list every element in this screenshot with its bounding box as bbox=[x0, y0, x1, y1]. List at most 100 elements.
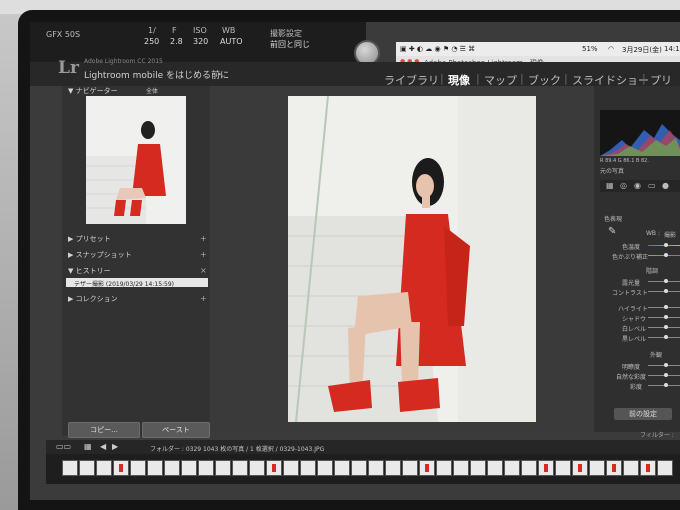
clear-history-icon[interactable]: × bbox=[200, 266, 207, 275]
next-arrow-icon[interactable]: ▶ bbox=[112, 442, 118, 451]
contrast-slider-knob[interactable] bbox=[664, 289, 668, 293]
vibrance-slider-knob[interactable] bbox=[664, 373, 668, 377]
shutter-value[interactable]: 250 bbox=[144, 37, 159, 46]
filmstrip-toolbar bbox=[46, 440, 680, 454]
iso-value[interactable]: 320 bbox=[193, 37, 208, 46]
filmstrip-thumbnail[interactable] bbox=[623, 460, 639, 476]
original-photo-label: 元の写真 bbox=[600, 168, 625, 175]
filmstrip-thumbnail[interactable] bbox=[181, 460, 197, 476]
filmstrip-thumbnail[interactable] bbox=[79, 460, 95, 476]
filmstrip-thumbnail[interactable] bbox=[232, 460, 248, 476]
shadows-label: シャドウ bbox=[622, 316, 647, 323]
wb-value[interactable]: 撮影 bbox=[664, 230, 676, 239]
filmstrip-thumbnail[interactable] bbox=[300, 460, 316, 476]
graduated-filter-icon[interactable]: ▭ bbox=[648, 181, 656, 190]
photo-subject bbox=[288, 96, 536, 422]
grid-view-icon[interactable]: ▦ bbox=[84, 442, 92, 451]
snapshots-header[interactable]: ▶ スナップショット bbox=[68, 250, 132, 260]
filmstrip-thumbnail[interactable] bbox=[96, 460, 112, 476]
filmstrip-thumbnail[interactable] bbox=[521, 460, 537, 476]
filmstrip-thumbnail[interactable] bbox=[572, 460, 588, 476]
blacks-slider-knob[interactable] bbox=[664, 335, 668, 339]
filmstrip-thumbnail[interactable] bbox=[453, 460, 469, 476]
filmstrip-thumbnail[interactable] bbox=[555, 460, 571, 476]
filmstrip-thumbnail[interactable] bbox=[657, 460, 673, 476]
module-separator: | bbox=[476, 72, 480, 85]
basic-section-label[interactable]: 色表現 bbox=[604, 214, 622, 223]
product-name: Adobe Lightroom CC 2015 bbox=[84, 58, 163, 65]
filmstrip-thumbnail[interactable] bbox=[283, 460, 299, 476]
menubar-date: 3月29日(金) bbox=[622, 46, 662, 54]
paste-button[interactable]: ペースト bbox=[142, 422, 210, 438]
filmstrip-thumbnail[interactable] bbox=[368, 460, 384, 476]
filmstrip-thumbnail[interactable] bbox=[164, 460, 180, 476]
filmstrip-thumbnail[interactable] bbox=[504, 460, 520, 476]
filmstrip-thumbnail[interactable] bbox=[470, 460, 486, 476]
aperture-value[interactable]: 2.8 bbox=[170, 37, 183, 46]
filmstrip-thumbnail[interactable] bbox=[402, 460, 418, 476]
redeye-icon[interactable]: ◉ bbox=[634, 181, 641, 190]
filmstrip-thumbnail[interactable] bbox=[419, 460, 435, 476]
history-item[interactable]: テザー撮影 (2019/03/29 14:15:59) bbox=[66, 278, 208, 288]
prev-arrow-icon[interactable]: ◀ bbox=[100, 442, 106, 451]
collections-label: コレクション bbox=[75, 295, 118, 303]
filmstrip-info[interactable]: フォルダー : 0329 1043 枚の写真 / 1 枚選択 / 0329-10… bbox=[150, 444, 324, 453]
filmstrip-thumbnail[interactable] bbox=[589, 460, 605, 476]
filmstrip-thumbnail[interactable] bbox=[249, 460, 265, 476]
whites-slider-knob[interactable] bbox=[664, 325, 668, 329]
filmstrip-thumbnail[interactable] bbox=[266, 460, 282, 476]
filmstrip-thumbnail[interactable] bbox=[385, 460, 401, 476]
setting-label: 撮影設定 bbox=[270, 29, 302, 38]
clarity-slider-knob[interactable] bbox=[664, 363, 668, 367]
navigator-photo bbox=[86, 96, 186, 224]
filmstrip-thumbnail[interactable] bbox=[317, 460, 333, 476]
setting-value[interactable]: 前回と同じ bbox=[270, 39, 310, 50]
exposure-slider-knob[interactable] bbox=[664, 279, 668, 283]
shadows-slider-knob[interactable] bbox=[664, 315, 668, 319]
eyedropper-icon[interactable]: ✎ bbox=[608, 226, 616, 237]
develop-photo[interactable] bbox=[288, 96, 536, 422]
second-window-icon[interactable]: ▭▭ bbox=[56, 442, 71, 451]
filmstrip-thumbnail[interactable] bbox=[113, 460, 129, 476]
saturation-slider-knob[interactable] bbox=[664, 383, 668, 387]
filmstrip-thumbnail[interactable] bbox=[130, 460, 146, 476]
navigator-zoom[interactable]: 全体 bbox=[146, 86, 158, 95]
copy-button[interactable]: コピー... bbox=[68, 422, 140, 438]
add-snapshot-icon[interactable]: + bbox=[200, 250, 207, 259]
highlights-slider-knob[interactable] bbox=[664, 305, 668, 309]
filmstrip-thumbnail[interactable] bbox=[606, 460, 622, 476]
wifi-icon[interactable]: ◠ bbox=[608, 45, 614, 53]
camera-model: GFX 50S bbox=[46, 30, 81, 39]
wb-value[interactable]: AUTO bbox=[220, 37, 243, 46]
filmstrip-thumbnail[interactable] bbox=[147, 460, 163, 476]
spot-removal-icon[interactable]: ◎ bbox=[620, 181, 627, 190]
filmstrip-thumbnail[interactable] bbox=[436, 460, 452, 476]
collections-header[interactable]: ▶ コレクション bbox=[68, 294, 118, 304]
tint-slider-knob[interactable] bbox=[664, 253, 668, 257]
presets-header[interactable]: ▶ プリセット bbox=[68, 234, 111, 244]
mobile-arrow-icon[interactable]: ▸ bbox=[218, 70, 222, 78]
menubar-icons: ▣ ✚ ◐ ☁ ◉ ⚑ ◔ ☰ ⌘ bbox=[400, 45, 476, 53]
add-preset-icon[interactable]: + bbox=[200, 234, 207, 243]
crop-tool-icon[interactable]: ▦ bbox=[606, 181, 614, 190]
filmstrip-thumbnail[interactable] bbox=[198, 460, 214, 476]
mobile-prompt[interactable]: Lightroom mobile をはじめる前に bbox=[84, 68, 229, 81]
filmstrip-thumbnail[interactable] bbox=[334, 460, 350, 476]
add-collection-icon[interactable]: + bbox=[200, 294, 207, 303]
previous-settings-button[interactable]: 前の設定 bbox=[614, 408, 672, 420]
temp-label: 色温度 bbox=[622, 244, 641, 251]
history-header[interactable]: ▼ ヒストリー bbox=[68, 266, 111, 276]
tint-label: 色かぶり補正 bbox=[612, 254, 649, 261]
navigator-preview[interactable] bbox=[86, 96, 186, 224]
filmstrip-thumbnail[interactable] bbox=[215, 460, 231, 476]
navigator-header[interactable]: ▼ ナビゲーター bbox=[68, 86, 118, 96]
filter-label[interactable]: フィルター : bbox=[640, 430, 674, 439]
filmstrip-thumbnail[interactable] bbox=[538, 460, 554, 476]
filmstrip-thumbnail[interactable] bbox=[351, 460, 367, 476]
filmstrip-thumbnail[interactable] bbox=[487, 460, 503, 476]
snapshots-label: スナップショット bbox=[75, 251, 132, 259]
filmstrip-thumbnail[interactable] bbox=[62, 460, 78, 476]
filmstrip-thumbnail[interactable] bbox=[640, 460, 656, 476]
temp-slider-knob[interactable] bbox=[664, 243, 668, 247]
brush-icon[interactable]: ● bbox=[662, 181, 669, 190]
